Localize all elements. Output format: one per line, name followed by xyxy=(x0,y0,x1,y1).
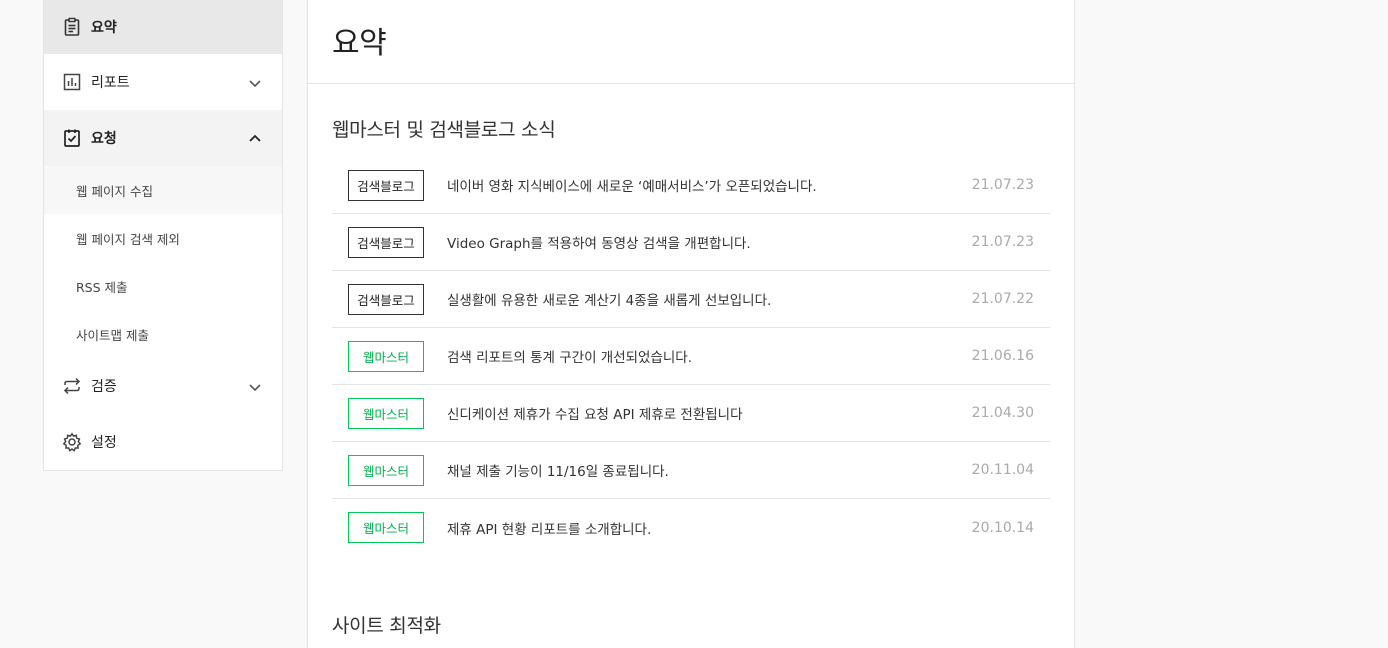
optimization-section-title: 사이트 최적화 xyxy=(332,615,441,637)
news-row[interactable]: 웹마스터 채널 제출 기능이 11/16일 종료됩니다. 20.11.04 xyxy=(332,442,1050,499)
sidebar-item-report[interactable]: 리포트 xyxy=(44,54,282,110)
category-badge: 검색블로그 xyxy=(348,169,424,201)
chevron-up-icon xyxy=(248,131,262,145)
category-badge: 웹마스터 xyxy=(348,340,424,372)
sidebar-item-settings[interactable]: 설정 xyxy=(44,414,282,470)
sidebar-item-label: 검증 xyxy=(91,379,117,395)
sidebar-subitem-sitemap-submit[interactable]: 사이트맵 제출 xyxy=(44,310,282,358)
news-row[interactable]: 검색블로그 실생활에 유용한 새로운 계산기 4종을 새롭게 선보입니다. 21… xyxy=(332,271,1050,328)
sidebar-item-label: 설정 xyxy=(91,435,117,451)
news-row[interactable]: 웹마스터 신디케이션 제휴가 수집 요청 API 제휴로 전환됩니다 21.04… xyxy=(332,385,1050,442)
news-row[interactable]: 검색블로그 네이버 영화 지식베이스에 새로운 ‘예매서비스’가 오픈되었습니다… xyxy=(332,157,1050,214)
news-date: 21.07.23 xyxy=(971,234,1034,250)
category-badge: 웹마스터 xyxy=(348,454,424,486)
sidebar: 요약 리포트 요청 웹 페이지 수집 웹 페이지 검색 제외 RSS 제출 사이… xyxy=(43,0,283,471)
news-date: 21.07.23 xyxy=(971,177,1034,193)
sidebar-item-request[interactable]: 요청 xyxy=(44,110,282,166)
news-date: 21.06.16 xyxy=(971,348,1034,364)
sidebar-subitem-page-crawl[interactable]: 웹 페이지 수집 xyxy=(44,166,282,214)
news-list: 검색블로그 네이버 영화 지식베이스에 새로운 ‘예매서비스’가 오픈되었습니다… xyxy=(332,157,1050,556)
page-title: 요약 xyxy=(332,26,387,61)
sidebar-item-summary[interactable]: 요약 xyxy=(44,0,282,54)
category-badge: 웹마스터 xyxy=(348,512,424,543)
news-date: 21.04.30 xyxy=(971,405,1034,421)
news-title[interactable]: Video Graph를 적용하여 동영상 검색을 개편합니다. xyxy=(447,232,954,252)
news-title[interactable]: 실생활에 유용한 새로운 계산기 4종을 새롭게 선보입니다. xyxy=(447,289,954,309)
sidebar-item-label: 요청 xyxy=(91,131,117,147)
news-title[interactable]: 제휴 API 현황 리포트를 소개합니다. xyxy=(447,518,954,538)
news-row[interactable]: 검색블로그 Video Graph를 적용하여 동영상 검색을 개편합니다. 2… xyxy=(332,214,1050,271)
sidebar-item-label: 요약 xyxy=(91,20,117,36)
sidebar-item-verify[interactable]: 검증 xyxy=(44,358,282,414)
swap-arrows-icon xyxy=(62,376,82,396)
news-row[interactable]: 웹마스터 제휴 API 현황 리포트를 소개합니다. 20.10.14 xyxy=(332,499,1050,556)
news-date: 20.11.04 xyxy=(971,462,1034,478)
gear-icon xyxy=(62,432,82,452)
chevron-down-icon xyxy=(248,75,262,89)
category-badge: 웹마스터 xyxy=(348,397,424,429)
clipboard-icon xyxy=(62,17,82,37)
news-date: 21.07.22 xyxy=(971,291,1034,307)
main-panel: 요약 웹마스터 및 검색블로그 소식 검색블로그 네이버 영화 지식베이스에 새… xyxy=(307,0,1075,648)
news-section-title: 웹마스터 및 검색블로그 소식 xyxy=(332,119,556,141)
clipboard-check-icon xyxy=(62,128,82,148)
news-title[interactable]: 신디케이션 제휴가 수집 요청 API 제휴로 전환됩니다 xyxy=(447,403,954,423)
sidebar-subitem-page-exclude[interactable]: 웹 페이지 검색 제외 xyxy=(44,214,282,262)
news-date: 20.10.14 xyxy=(971,519,1034,536)
bar-chart-icon xyxy=(62,72,82,92)
title-divider xyxy=(308,83,1074,84)
news-row[interactable]: 웹마스터 검색 리포트의 통계 구간이 개선되었습니다. 21.06.16 xyxy=(332,328,1050,385)
category-badge: 검색블로그 xyxy=(348,283,424,315)
sidebar-subitem-rss-submit[interactable]: RSS 제출 xyxy=(44,262,282,310)
chevron-down-icon xyxy=(248,379,262,393)
sidebar-item-label: 리포트 xyxy=(91,75,130,91)
news-title[interactable]: 검색 리포트의 통계 구간이 개선되었습니다. xyxy=(447,346,954,366)
news-title[interactable]: 채널 제출 기능이 11/16일 종료됩니다. xyxy=(447,460,954,480)
category-badge: 검색블로그 xyxy=(348,226,424,258)
news-title[interactable]: 네이버 영화 지식베이스에 새로운 ‘예매서비스’가 오픈되었습니다. xyxy=(447,175,954,195)
